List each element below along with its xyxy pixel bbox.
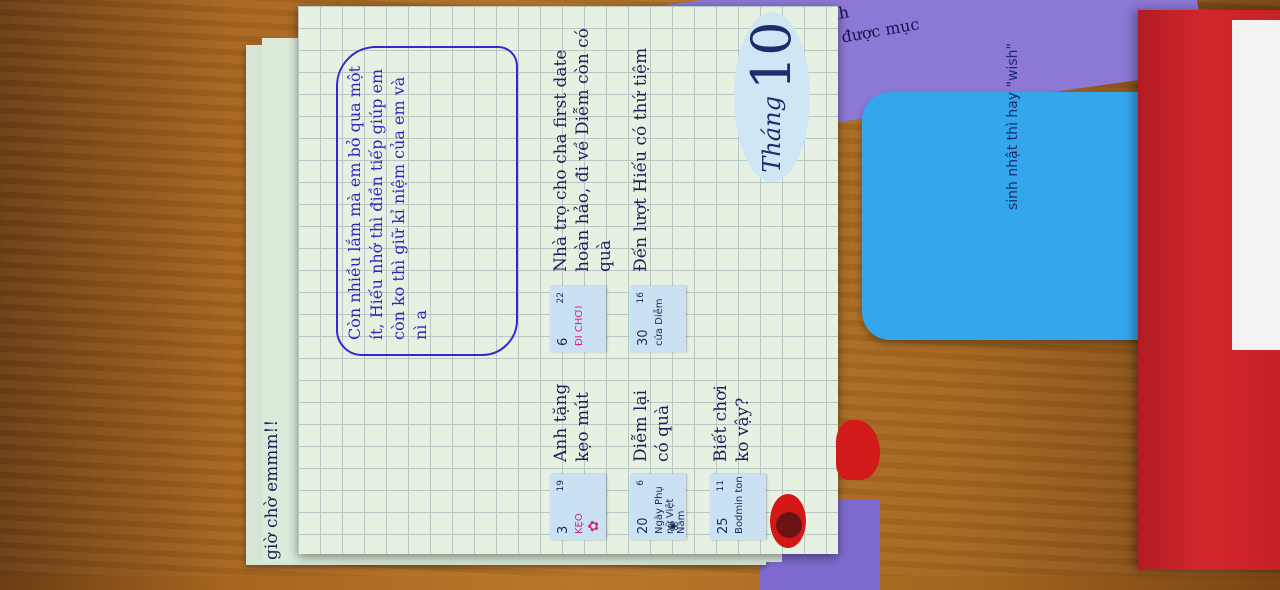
date-lunar: 11 xyxy=(716,480,726,492)
entry-row3-b: Còn nhiều lắm mà em bỏ qua một ít, Hiếu … xyxy=(345,65,430,340)
back-card-text: giờ chờ emmm!! xyxy=(262,419,282,560)
badminton-label: Bodmin ton xyxy=(734,476,745,534)
date-day: 25 xyxy=(716,517,731,534)
month-label: Tháng 10 xyxy=(734,12,810,182)
date-chip-3: 3 19 KẸO ✿ xyxy=(550,474,606,540)
candy-label: KẸO xyxy=(574,513,585,534)
photo-scene: n ảnh Đạt được mục sinh nhật thì hay "wi… xyxy=(0,0,1280,590)
entry-row1-b: Nhà trọ cho cha first date hoàn hảo, đi … xyxy=(551,28,615,272)
month-number: 10 xyxy=(740,21,803,91)
date-day: 20 xyxy=(636,517,651,534)
blue-card-text: sinh nhật thì hay "wish" xyxy=(1005,43,1021,210)
date-chip-20: 20 6 Ngày Phụ nữ Việt Nam ❀ xyxy=(630,474,687,540)
binder-hole xyxy=(776,512,802,538)
entry-row2-a: Diễm lại có quà xyxy=(631,389,673,462)
date-chip-25: 25 11 Bodmin ton xyxy=(710,474,766,540)
entry-row2-b: Đến lượt Hiếu có thứ tiệm xyxy=(631,47,651,272)
date-chip-30: 30 16 cửa Diễm xyxy=(630,286,686,352)
card-content: Tháng 10 3 19 KẸO ✿ Anh tặng kẹo mút 6 2… xyxy=(300,6,840,552)
date-chip-6: 6 22 ĐI CHƠI xyxy=(550,286,606,352)
entry-row3-a: Biết chơi ko vậy? xyxy=(711,385,753,462)
date-day: 6 xyxy=(556,337,571,346)
shop-label: cửa Diễm xyxy=(654,298,665,346)
date-lunar: 6 xyxy=(636,480,646,486)
date-lunar: 22 xyxy=(556,292,566,304)
date-lunar: 16 xyxy=(636,292,646,304)
flower-icon: ❀ xyxy=(666,520,682,532)
entry-row1-a: Anh tặng kẹo mút xyxy=(551,383,593,462)
candy-icon: ✿ xyxy=(586,520,602,532)
outing-label: ĐI CHƠI xyxy=(574,305,585,346)
date-day: 30 xyxy=(636,329,651,346)
date-day: 3 xyxy=(556,525,571,534)
month-word: Tháng xyxy=(758,96,786,173)
white-paper-in-box xyxy=(1232,20,1280,350)
date-lunar: 19 xyxy=(556,480,566,492)
